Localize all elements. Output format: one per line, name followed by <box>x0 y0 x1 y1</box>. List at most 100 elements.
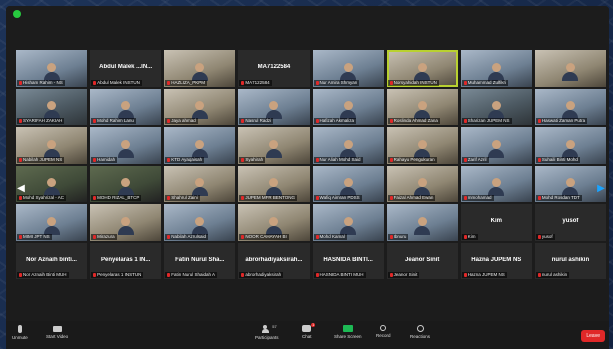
participant-tile[interactable]: Nasrul Radzi <box>238 88 310 126</box>
participant-name-text: nurul ashikin <box>541 272 568 278</box>
participant-video-figure <box>43 139 60 158</box>
muted-mic-icon <box>93 196 97 201</box>
previous-page-arrow-icon[interactable]: ◀ <box>17 182 25 196</box>
participant-name-label: Sharizan JUPEM NS <box>461 118 512 125</box>
participant-tile[interactable]: NOOR CAHAYAH BI <box>238 204 310 241</box>
participant-tile[interactable]: HASNIDA BINTI... HASNIDA BINTI MUH <box>312 242 384 280</box>
participant-tile[interactable]: KTD Ayaqaisah <box>164 127 236 164</box>
participant-tile[interactable]: Muhammad Zulfikri <box>460 50 532 87</box>
muted-mic-icon <box>167 273 171 278</box>
participant-tile[interactable]: Hafizah Akmaliza <box>312 88 384 126</box>
participant-name-text: Nur Aliah Mohd Said <box>319 156 361 162</box>
participant-tile[interactable]: mmohamad <box>460 165 532 203</box>
participant-tile[interactable]: Abdul Malek ...IN... Abdul Malek INSTUN <box>90 50 162 87</box>
participant-tile[interactable]: Wafiq Aimran PDSS <box>312 165 384 203</box>
participant-tile[interactable] <box>534 50 606 87</box>
participant-name-text: Faizal Ahmad Ewan <box>393 195 434 201</box>
leave-meeting-button[interactable]: Leave <box>581 330 605 342</box>
participant-tile[interactable]: Nur Aliah Mohd Said <box>312 127 384 164</box>
participant-tile[interactable]: MA7122584 MA7122584 <box>238 50 310 87</box>
participant-tile[interactable]: Norsyahidah INSTUN <box>386 50 458 87</box>
participant-name-label: Nur Aliah Mohd Said <box>313 156 363 163</box>
participant-tile[interactable]: Shahrul Zaini <box>164 165 236 203</box>
muted-mic-icon <box>463 273 467 278</box>
muted-mic-icon <box>19 196 22 201</box>
participant-video-figure <box>191 62 208 81</box>
participant-tile[interactable]: Mohd Rosdan TDT <box>534 165 606 203</box>
muted-mic-icon <box>241 119 245 124</box>
reactions-button[interactable]: Reactions <box>410 325 430 339</box>
unmute-button[interactable]: Unmute <box>12 325 28 340</box>
participant-name-text: MA7122584 <box>245 79 270 85</box>
participant-tile[interactable]: MIMI JPT NS <box>16 204 88 241</box>
participant-tile[interactable]: Haswati Zaman Putra <box>534 88 606 126</box>
participant-tile[interactable]: JUPEM MFR BENTONG <box>238 165 310 203</box>
record-button[interactable]: Record <box>376 325 391 338</box>
participant-name-text: Norsyahidah INSTUN <box>393 79 437 85</box>
participant-tile[interactable]: Penyelaras 1 IN... Penyelaras 1 INSTUN <box>90 242 162 280</box>
muted-mic-icon <box>241 273 245 278</box>
participant-tile[interactable]: MOHD RIZAL_BTCP <box>90 165 162 203</box>
participants-count: 57 <box>272 324 277 329</box>
participant-name-label: Hazna JUPEM NS <box>461 272 507 279</box>
muted-mic-icon <box>389 157 393 162</box>
participant-name-label: HASNIDA BINTI MUH <box>313 272 366 279</box>
participant-tile[interactable]: Mohd Rahim Lanu <box>90 88 162 126</box>
participant-tile[interactable]: Nor Aznaih binti... Nor Aznaih Binti MUH <box>16 242 88 280</box>
participant-tile[interactable]: Hisham Rahim - NS <box>16 50 88 87</box>
participant-name-text: Haswati Zaman Putra <box>541 118 586 124</box>
participant-tile[interactable]: Roslinda Ahmad Zana <box>386 88 458 126</box>
next-page-arrow-icon[interactable]: ▶ <box>597 182 605 196</box>
participant-video-figure <box>43 62 60 81</box>
participant-tile[interactable]: Fatin Nurul Sha... Fatin Nurul Shaidah A <box>164 242 236 280</box>
participant-tile[interactable]: abrorhadiyaksirah... abrorhadiyaksirah <box>238 242 310 280</box>
participant-tile[interactable]: Mirazura <box>90 204 162 241</box>
security-shield-icon[interactable] <box>13 10 21 18</box>
participant-tile[interactable]: HAZLIZA_PKPM <box>164 50 236 87</box>
participants-button[interactable]: 57 Participants <box>255 324 279 340</box>
participant-tile[interactable]: Ibnuru <box>386 204 458 241</box>
chat-button[interactable]: 1 Chat <box>302 323 316 339</box>
participant-video-figure <box>488 178 505 197</box>
participant-tile[interactable]: Nur Amira Shmyan <box>312 50 384 87</box>
participant-video-figure <box>191 216 208 235</box>
participant-tile[interactable]: SYARIFAH ZAKIAH <box>16 88 88 126</box>
participant-name-text: KTD Ayaqaisah <box>171 156 203 162</box>
participant-name-label: KTD Ayaqaisah <box>165 156 205 163</box>
participant-name-label: mmohamad <box>461 195 494 202</box>
participant-tile[interactable]: Faizal Ahmad Ewan <box>386 165 458 203</box>
participant-tile[interactable]: Nabilah Azrulsaid <box>164 204 236 241</box>
participant-name-label: HAZLIZA_PKPM <box>165 79 208 86</box>
participant-tile[interactable]: Hamidah <box>90 127 162 164</box>
participant-tile[interactable]: yusof yusof <box>534 204 606 241</box>
participant-tile[interactable]: Hazna JUPEM NS Hazna JUPEM NS <box>460 242 532 280</box>
participant-name-text: Ibnuru <box>393 233 407 239</box>
participant-name-text: HASNIDA BINTI MUH <box>319 272 364 278</box>
participant-tile[interactable]: Mohd Kamal <box>312 204 384 241</box>
participant-tile[interactable]: Jaya ahmad <box>164 88 236 126</box>
participant-video-figure <box>414 101 431 120</box>
participant-tile[interactable]: Mohd Syahrizal - AC <box>16 165 88 203</box>
participant-display-name: Hazna JUPEM NS <box>471 256 522 263</box>
share-screen-button[interactable]: Share Screen <box>334 325 362 339</box>
participant-video-figure <box>265 178 282 197</box>
participant-name-text: Penyelaras 1 INSTUN <box>97 272 142 278</box>
muted-mic-icon <box>93 273 97 278</box>
muted-mic-icon <box>167 234 171 239</box>
participant-tile[interactable]: Suhaili Binti Mohd <box>534 127 606 164</box>
start-video-button[interactable]: Start Video <box>46 325 68 339</box>
muted-mic-icon <box>537 157 541 162</box>
participant-name-text: Kim <box>467 233 476 239</box>
participant-tile[interactable]: Nabilah JUPEM NS <box>16 127 88 164</box>
participant-tile[interactable]: Syahirah <box>238 127 310 164</box>
participant-tile[interactable]: Rahayu Pengukuran <box>386 127 458 164</box>
participant-name-text: Hisham Rahim - NS <box>23 79 63 85</box>
participant-tile[interactable]: Kim Kim <box>460 204 532 241</box>
participant-tile[interactable]: nurul ashikin nurul ashikin <box>534 242 606 280</box>
unmute-label: Unmute <box>12 335 28 340</box>
participant-video-figure <box>191 178 208 197</box>
participant-tile[interactable]: Zarif Azril <box>460 127 532 164</box>
participant-tile[interactable]: Jeanor Sinit Jeanor Sinit <box>386 242 458 280</box>
participant-tile[interactable]: Sharizan JUPEM NS <box>460 88 532 126</box>
muted-mic-icon <box>315 234 319 239</box>
